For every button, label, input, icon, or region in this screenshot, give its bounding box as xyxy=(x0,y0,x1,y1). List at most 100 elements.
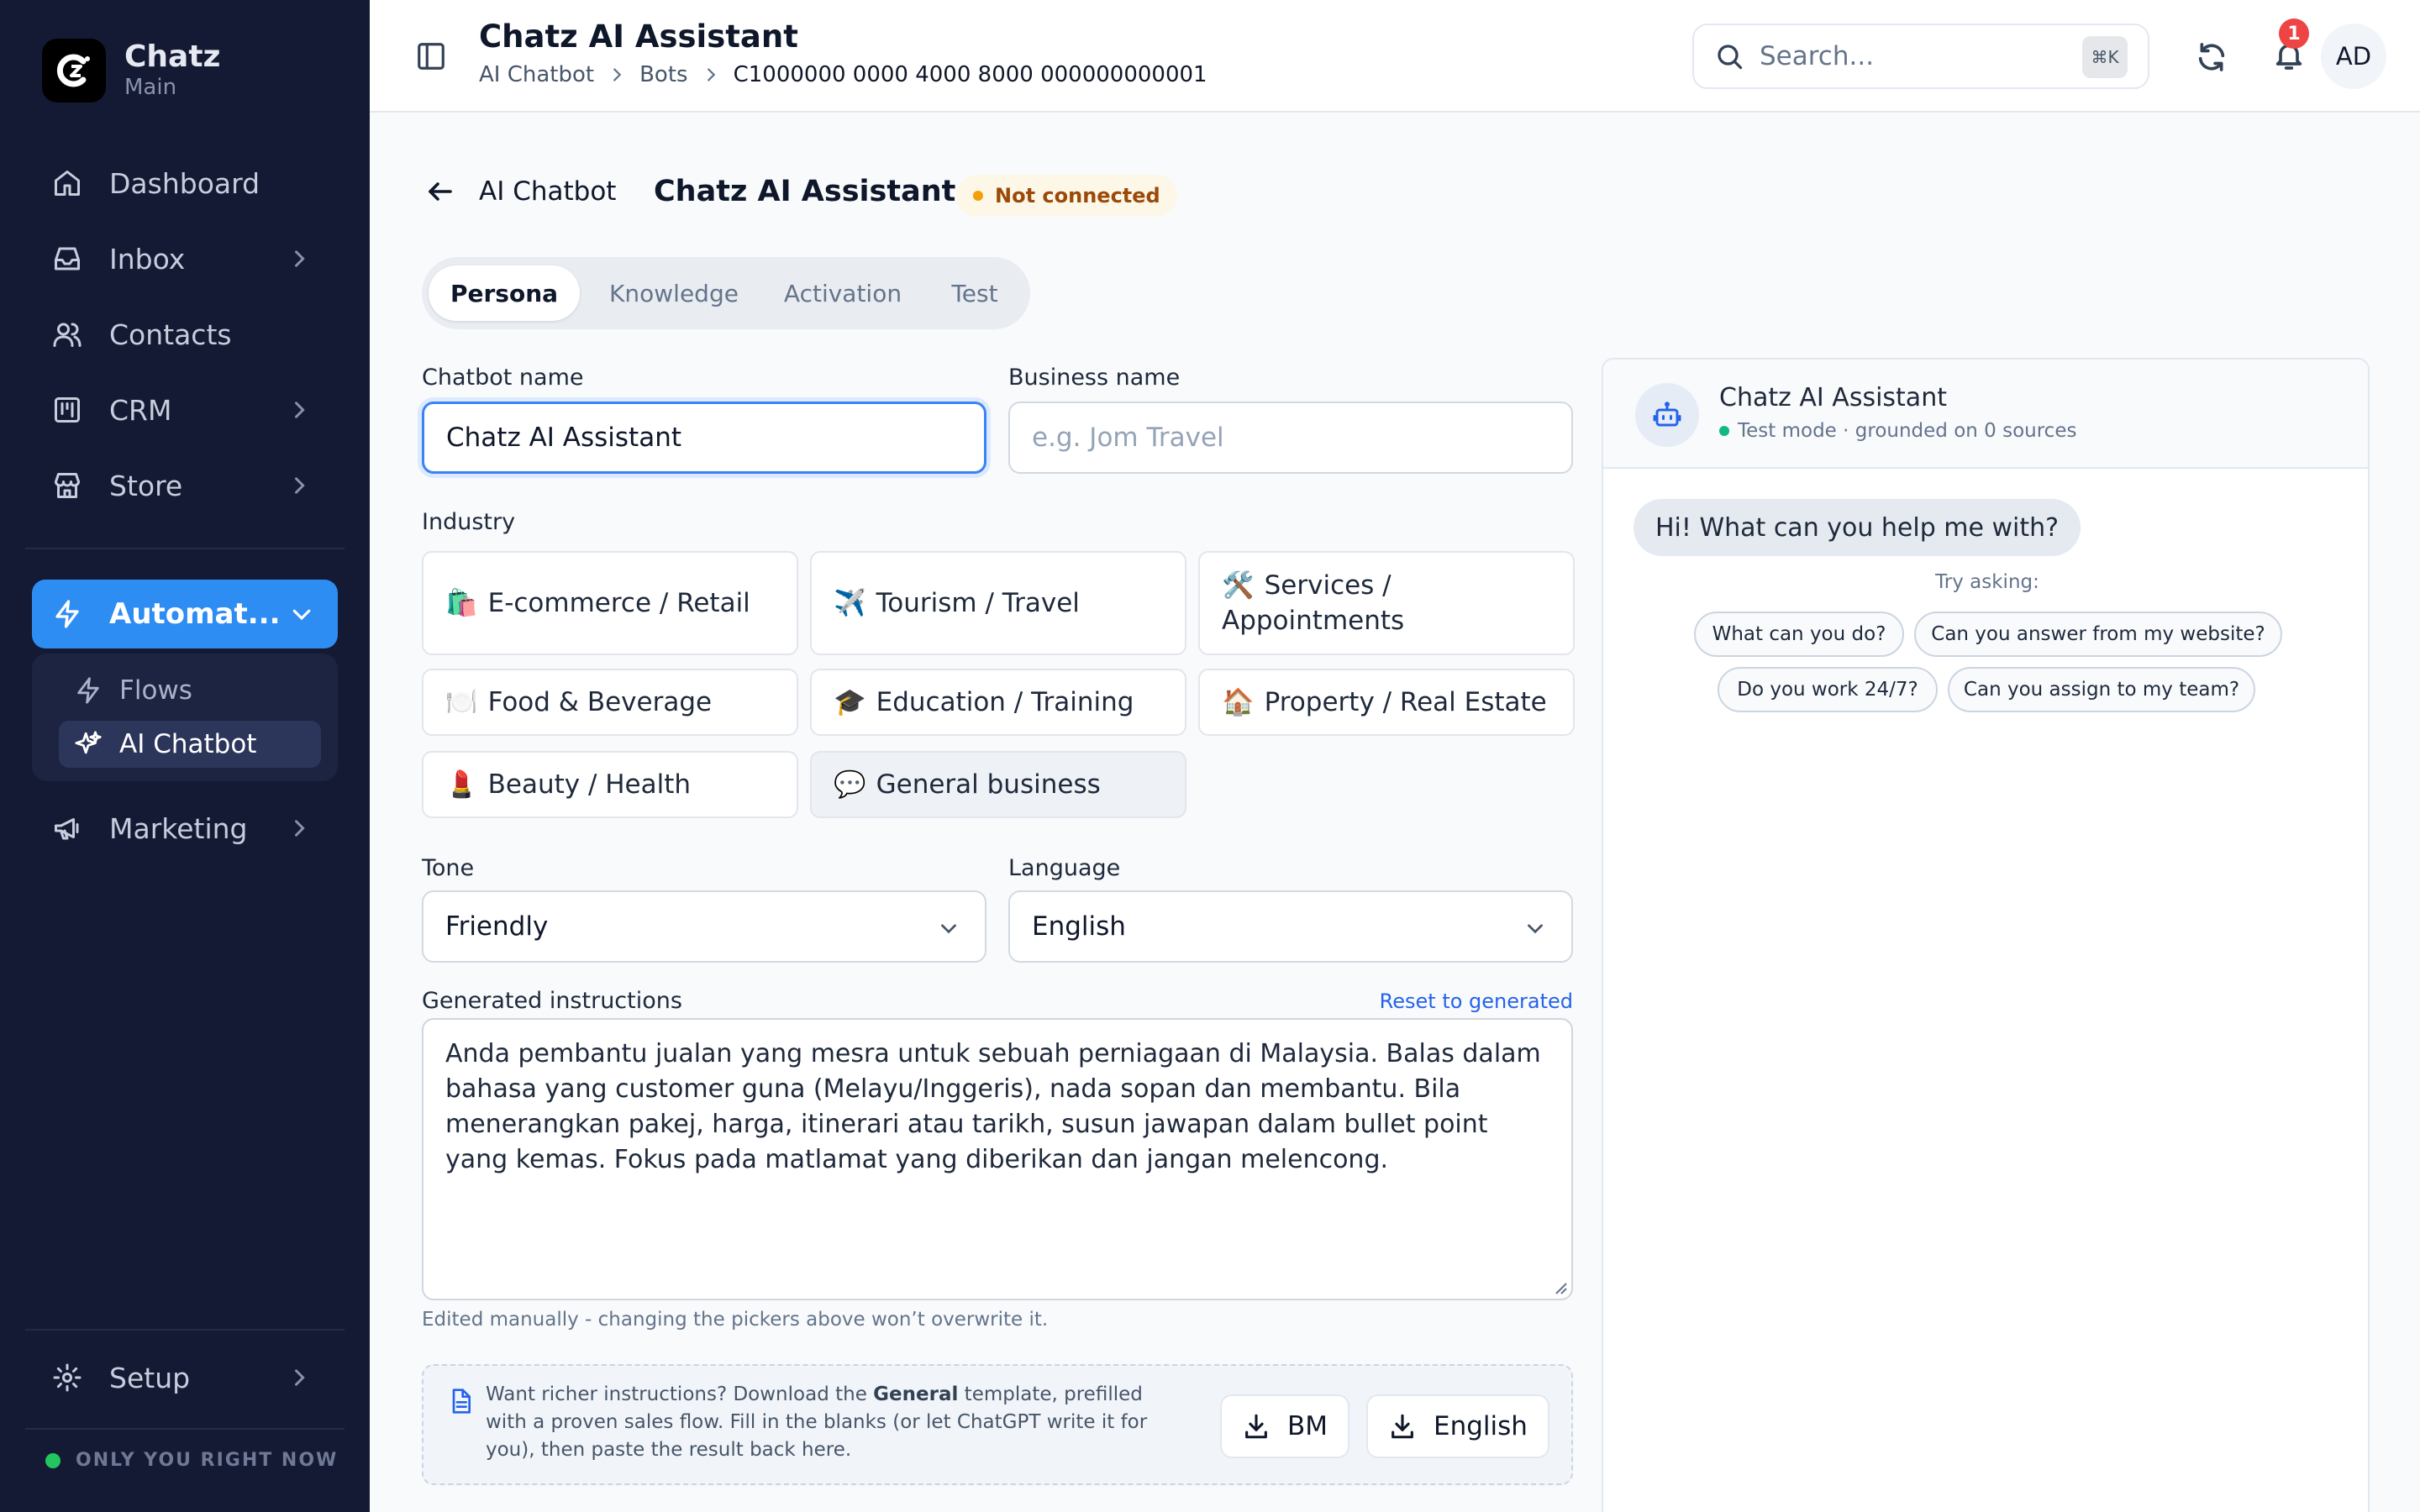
document-icon xyxy=(452,1389,471,1414)
template-description: Want richer instructions? Download the G… xyxy=(486,1381,1183,1464)
refresh-icon[interactable] xyxy=(2195,40,2228,74)
sidebar-item-store[interactable]: Store xyxy=(32,452,338,519)
breadcrumb-ai-chatbot[interactable]: AI Chatbot xyxy=(479,62,594,87)
industry-tourism[interactable]: ✈️ Tourism / Travel xyxy=(810,551,1186,655)
language-value: English xyxy=(1032,911,1126,942)
robot-icon xyxy=(1653,402,1681,427)
chatbot-name-label: Chatbot name xyxy=(422,365,584,391)
kanban-icon xyxy=(55,397,80,423)
bot-mode: Test mode · grounded on 0 sources xyxy=(1719,420,2076,442)
sidebar-item-label: Dashboard xyxy=(109,166,260,200)
sidebar-item-ai-chatbot[interactable]: AI Chatbot xyxy=(59,721,321,768)
template-download-box: Want richer instructions? Download the G… xyxy=(422,1364,1573,1485)
automation-submenu: Flows AI Chatbot xyxy=(32,654,338,781)
tab-persona[interactable]: Persona xyxy=(429,265,580,321)
download-icon xyxy=(1392,1414,1413,1439)
arrow-left-icon xyxy=(429,182,452,201)
industry-label: Industry xyxy=(422,509,516,535)
sidebar-item-inbox[interactable]: Inbox xyxy=(32,225,338,292)
back-button[interactable]: AI Chatbot xyxy=(425,176,616,207)
search-icon xyxy=(1718,45,1743,70)
sidebar-item-label: Store xyxy=(109,469,183,502)
online-dot xyxy=(1719,426,1729,436)
sidebar-toggle-icon[interactable] xyxy=(415,40,447,72)
industry-services[interactable]: 🛠️ Services / Appointments xyxy=(1198,551,1575,655)
sidebar-item-marketing[interactable]: Marketing xyxy=(32,795,338,862)
tab-test[interactable]: Test xyxy=(929,265,1020,321)
sidebar-item-label: Marketing xyxy=(109,811,248,845)
instructions-label: Generated instructions xyxy=(422,988,682,1014)
language-select[interactable]: English xyxy=(1008,890,1573,963)
industry-option-label: Food & Beverage xyxy=(487,687,713,717)
sidebar-item-crm[interactable]: CRM xyxy=(32,376,338,444)
resize-handle-icon[interactable] xyxy=(1551,1278,1568,1295)
sidebar-item-dashboard[interactable]: Dashboard xyxy=(32,150,338,217)
chevron-right-icon xyxy=(295,250,305,267)
chevron-right-icon xyxy=(295,1369,305,1386)
graduation-cap-icon: 🎓 xyxy=(834,687,866,717)
chat-preview-header: Chatz AI Assistant Test mode · grounded … xyxy=(1603,360,2368,469)
language-label: Language xyxy=(1008,855,1121,881)
instructions-helper-text: Edited manually - changing the pickers a… xyxy=(422,1309,1049,1331)
industry-general[interactable]: 💬 General business xyxy=(810,751,1186,818)
chatbot-name-input[interactable]: Chatz AI Assistant xyxy=(422,402,986,474)
store-icon xyxy=(55,473,80,498)
suggestion-chip[interactable]: Do you work 24/7? xyxy=(1718,667,1938,712)
bot-title: Chatz AI Assistant xyxy=(654,175,956,208)
industry-property[interactable]: 🏠 Property / Real Estate xyxy=(1198,669,1575,736)
reset-to-generated-link[interactable]: Reset to generated xyxy=(1380,990,1573,1013)
breadcrumb-bots[interactable]: Bots xyxy=(639,62,687,87)
chatz-logo-icon xyxy=(42,39,106,102)
divider xyxy=(25,1428,345,1430)
notification-badge: 1 xyxy=(2279,18,2309,49)
users-icon xyxy=(53,323,82,347)
chevron-right-icon xyxy=(707,68,715,81)
suggestion-chip[interactable]: Can you answer from my website? xyxy=(1914,612,2282,657)
download-english-button[interactable]: English xyxy=(1366,1394,1549,1458)
sidebar-item-contacts[interactable]: Contacts xyxy=(32,301,338,368)
page-title: Chatz AI Assistant xyxy=(479,18,798,55)
download-english-label: English xyxy=(1434,1411,1528,1441)
sidebar-item-label: Automat... xyxy=(109,597,281,631)
sidebar-item-label: CRM xyxy=(109,393,172,427)
bot-mode-label: Test mode · grounded on 0 sources xyxy=(1738,420,2077,442)
status-dot xyxy=(973,191,983,201)
brand-name: Chatz xyxy=(124,39,221,74)
suggestion-chip[interactable]: Can you assign to my team? xyxy=(1948,667,2255,712)
industry-ecommerce[interactable]: 🛍️ E-commerce / Retail xyxy=(422,551,798,655)
sidebar-item-label: Flows xyxy=(119,675,192,706)
workspace-name: Main xyxy=(124,75,177,100)
bolt-icon xyxy=(55,600,79,628)
sidebar-item-flows[interactable]: Flows xyxy=(59,667,321,714)
tab-bar: Persona Knowledge Activation Test xyxy=(422,257,1030,329)
brand[interactable]: Chatz Main xyxy=(42,39,221,102)
bot-greeting-bubble: Hi! What can you help me with? xyxy=(1634,499,2081,556)
suggestion-chip[interactable]: What can you do? xyxy=(1694,612,1904,657)
status-label: Not connected xyxy=(995,184,1160,207)
chat-preview: Chatz AI Assistant Test mode · grounded … xyxy=(1602,358,2370,1512)
template-text-before: Want richer instructions? Download the xyxy=(486,1383,874,1405)
instructions-textarea[interactable]: Anda pembantu jualan yang mesra untuk se… xyxy=(422,1018,1573,1300)
lipstick-icon: 💄 xyxy=(445,769,478,800)
divider xyxy=(25,1329,345,1331)
business-name-input[interactable]: e.g. Jom Travel xyxy=(1008,402,1573,474)
sparkles-icon xyxy=(75,731,102,754)
sidebar-item-automation[interactable]: Automat... xyxy=(32,580,338,648)
tab-activation[interactable]: Activation xyxy=(766,265,919,321)
sidebar-item-setup[interactable]: Setup xyxy=(32,1344,338,1411)
tab-knowledge[interactable]: Knowledge xyxy=(593,265,755,321)
industry-beauty[interactable]: 💄 Beauty / Health xyxy=(422,751,798,818)
bot-name: Chatz AI Assistant xyxy=(1719,383,1947,412)
industry-education[interactable]: 🎓 Education / Training xyxy=(810,669,1186,736)
sidebar-item-label: Setup xyxy=(109,1361,191,1394)
search-input[interactable]: Search... ⌘K xyxy=(1692,24,2149,89)
shopping-bags-icon: 🛍️ xyxy=(445,588,478,618)
tone-select[interactable]: Friendly xyxy=(422,890,986,963)
download-bm-button[interactable]: BM xyxy=(1220,1394,1350,1458)
sidebar-item-label: Inbox xyxy=(109,242,186,276)
speech-bubble-icon: 💬 xyxy=(834,769,866,800)
chevron-right-icon xyxy=(295,820,305,837)
topbar: Chatz AI Assistant AI Chatbot Bots C1000… xyxy=(370,0,2420,113)
avatar[interactable]: AD xyxy=(2321,24,2386,89)
industry-food[interactable]: 🍽️ Food & Beverage xyxy=(422,669,798,736)
